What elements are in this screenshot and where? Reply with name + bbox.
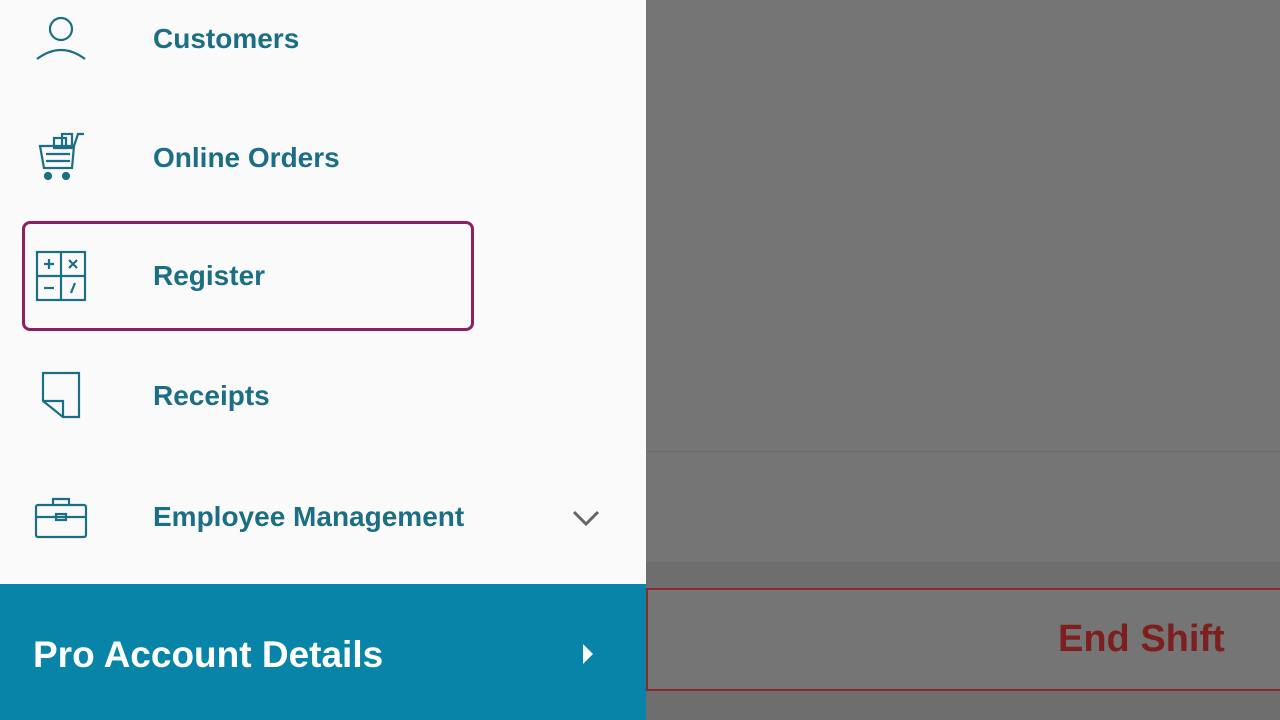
menu-item-employee-management[interactable]: Employee Management: [22, 462, 474, 572]
calculator-icon: [33, 248, 89, 304]
pro-account-label: Pro Account Details: [33, 634, 384, 675]
menu-item-customers[interactable]: Customers: [22, 0, 474, 94]
chevron-down-icon[interactable]: [566, 500, 606, 536]
end-shift-button[interactable]: End Shift: [646, 588, 1280, 691]
menu-item-register[interactable]: Register: [22, 221, 474, 331]
background-divider: [646, 451, 1280, 452]
pro-account-details-button[interactable]: Pro Account Details: [0, 584, 646, 720]
menu-item-label: Receipts: [153, 380, 270, 411]
receipt-icon: [33, 368, 89, 424]
shopping-cart-icon: [33, 130, 89, 186]
briefcase-icon: [33, 489, 89, 545]
menu-item-label: Employee Management: [153, 501, 465, 532]
menu-item-label: Register: [153, 260, 266, 291]
navigation-drawer: Customers Online Orders Register Receipt…: [0, 0, 646, 720]
person-icon: [33, 11, 89, 67]
end-shift-label: End Shift: [1058, 618, 1225, 660]
arrow-right-icon: [578, 642, 598, 666]
app-screen: End Shift Customers Online Orders Regist…: [0, 0, 1280, 720]
menu-item-online-orders[interactable]: Online Orders: [22, 103, 474, 213]
menu-item-label: Customers: [153, 23, 300, 54]
menu-item-receipts[interactable]: Receipts: [22, 341, 474, 451]
menu-item-label: Online Orders: [153, 142, 340, 173]
